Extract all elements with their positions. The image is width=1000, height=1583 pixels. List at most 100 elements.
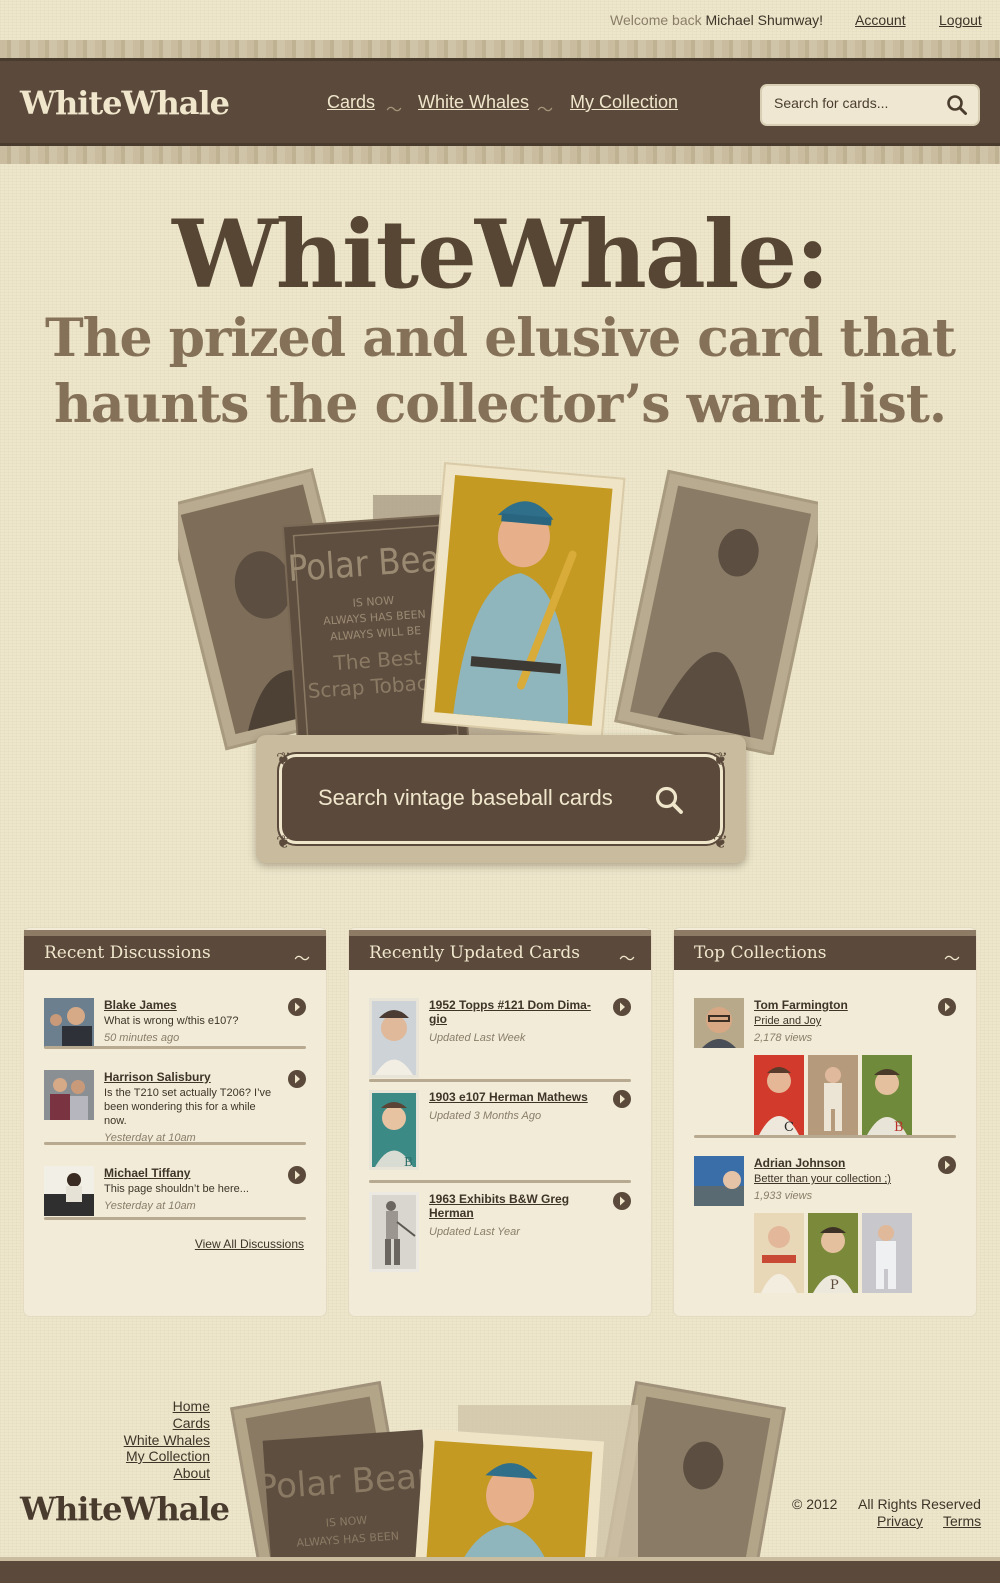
- hero-card-fan-image: Polar Bear IS NOW ALWAYS HAS BEEN ALWAYS…: [178, 462, 818, 755]
- footer-link-cards[interactable]: Cards: [173, 1415, 210, 1431]
- swirl-ornament-icon: ❦: [712, 749, 728, 769]
- nav-separator-icon: 〜: [537, 102, 554, 119]
- arrow-right-icon[interactable]: [288, 1166, 306, 1184]
- card-name[interactable]: 1963 Exhibits B&W Greg Herman: [429, 1192, 599, 1220]
- top-collections-panel: Top Collections 〜 Tom Farmington Pride a…: [674, 928, 976, 1316]
- right-card-image: [614, 469, 818, 755]
- arrow-right-icon[interactable]: [613, 1090, 631, 1108]
- panel-header: Recently Updated Cards 〜: [349, 936, 651, 970]
- collection-views: 1,933 views: [754, 1190, 813, 1202]
- arrow-right-icon[interactable]: [938, 998, 956, 1016]
- card-name[interactable]: 1952 Topps #121 Dom Dima-gio: [429, 998, 599, 1026]
- discussion-author[interactable]: Blake James: [104, 998, 177, 1012]
- arrow-right-icon[interactable]: [613, 1192, 631, 1210]
- divider: [369, 1079, 631, 1082]
- hero-search-label: Search vintage baseball cards: [318, 785, 613, 810]
- list-item[interactable]: Harrison Salisbury Is the T210 set actua…: [44, 1070, 306, 1148]
- tilde-ornament-icon: 〜: [618, 951, 635, 968]
- header-search: [762, 86, 978, 124]
- avatar: [44, 1166, 94, 1216]
- header-bottom-edge: [0, 146, 1000, 164]
- header-search-input[interactable]: [774, 95, 934, 111]
- svg-text:P: P: [830, 1278, 839, 1293]
- svg-text:B: B: [404, 1155, 413, 1169]
- account-link[interactable]: Account: [855, 12, 906, 28]
- collection-card-thumbnail[interactable]: C: [754, 1055, 804, 1135]
- recently-updated-cards-panel: Recently Updated Cards 〜 1952 Topps #121…: [349, 928, 651, 1316]
- collection-card-thumbnail[interactable]: B: [862, 1055, 912, 1135]
- avatar: [44, 1070, 94, 1120]
- terms-link[interactable]: Terms: [943, 1513, 981, 1529]
- discussion-text: Is the T210 set actually T206? I’ve been…: [104, 1087, 272, 1127]
- nav-my-collection[interactable]: My Collection: [570, 92, 678, 113]
- hero-search-field[interactable]: Search vintage baseball cards: [282, 757, 720, 841]
- svg-text:B: B: [894, 1120, 904, 1135]
- panel-header: Recent Discussions 〜: [24, 936, 326, 970]
- svg-text:C: C: [784, 1120, 794, 1135]
- discussion-time: Yesterday at 10am: [104, 1200, 196, 1212]
- divider: [369, 1180, 631, 1183]
- footer-link-my-collection[interactable]: My Collection: [126, 1448, 210, 1464]
- collection-card-thumbnail[interactable]: [808, 1055, 858, 1135]
- footer-link-about[interactable]: About: [173, 1465, 210, 1481]
- top-bar: Welcome back Michael Shumway! Account Lo…: [0, 0, 1000, 42]
- list-item[interactable]: B 1903 e107 Herman Mathews Updated 3 Mon…: [369, 1090, 631, 1170]
- discussion-author[interactable]: Harrison Salisbury: [104, 1070, 211, 1084]
- hero-subtitle-line-1: The prized and elusive card that: [44, 308, 956, 369]
- tilde-ornament-icon: 〜: [293, 951, 310, 968]
- card-name[interactable]: 1903 e107 Herman Mathews: [429, 1090, 599, 1104]
- panel-title: Top Collections: [694, 943, 827, 963]
- arrow-right-icon[interactable]: [288, 998, 306, 1016]
- search-icon[interactable]: [654, 785, 684, 815]
- collection-card-thumbnail[interactable]: [754, 1213, 804, 1293]
- footer-link-white-whales[interactable]: White Whales: [124, 1432, 210, 1448]
- card-thumbnail: B: [369, 1090, 419, 1170]
- logout-link[interactable]: Logout: [939, 12, 982, 28]
- hero-search: Search vintage baseball cards ❦ ❦ ❦ ❦: [256, 735, 746, 863]
- divider: [694, 1135, 956, 1138]
- nav-white-whales[interactable]: White Whales: [418, 92, 529, 113]
- search-icon[interactable]: [946, 94, 968, 116]
- card-updated: Updated 3 Months Ago: [429, 1110, 542, 1122]
- nav-cards[interactable]: Cards: [327, 92, 375, 113]
- footer-bottom-band: [0, 1561, 1000, 1583]
- discussion-text: What is wrong w/this e107?: [104, 1015, 239, 1027]
- swirl-ornament-icon: ❦: [712, 832, 728, 852]
- recent-discussions-panel: Recent Discussions 〜 Blake James What is…: [24, 928, 326, 1316]
- divider: [44, 1142, 306, 1145]
- panel-header: Top Collections 〜: [674, 936, 976, 970]
- discussion-author[interactable]: Michael Tiffany: [104, 1166, 190, 1180]
- view-all-discussions-link[interactable]: View All Discussions: [195, 1237, 304, 1251]
- hero-subtitle: The prized and elusive card that haunts …: [0, 306, 1000, 438]
- arrow-right-icon[interactable]: [288, 1070, 306, 1088]
- avatar: [694, 1156, 744, 1206]
- nav-separator-icon: 〜: [386, 102, 403, 119]
- arrow-right-icon[interactable]: [938, 1156, 956, 1174]
- collection-card-thumbnail[interactable]: [862, 1213, 912, 1293]
- list-item[interactable]: 1952 Topps #121 Dom Dima-gio Updated Las…: [369, 998, 631, 1078]
- rights-reserved: All Rights Reserved: [858, 1496, 981, 1512]
- collection-item[interactable]: Adrian Johnson Better than your collecti…: [694, 1156, 956, 1296]
- divider: [44, 1046, 306, 1049]
- panel-title: Recently Updated Cards: [369, 943, 580, 963]
- footer-link-home[interactable]: Home: [173, 1398, 210, 1414]
- divider: [44, 1217, 306, 1220]
- panel-title: Recent Discussions: [44, 943, 211, 963]
- collection-name[interactable]: Better than your collection ;): [754, 1172, 926, 1186]
- arrow-right-icon[interactable]: [613, 998, 631, 1016]
- collection-card-thumbnail[interactable]: P: [808, 1213, 858, 1293]
- header-logo[interactable]: WhiteWhale: [20, 84, 230, 122]
- card-updated: Updated Last Year: [429, 1226, 520, 1238]
- featured-card-image: [421, 462, 626, 739]
- list-item[interactable]: 1963 Exhibits B&W Greg Herman Updated La…: [369, 1192, 631, 1272]
- collection-item[interactable]: Tom Farmington Pride and Joy 2,178 views…: [694, 998, 956, 1138]
- header-top-edge: [0, 40, 1000, 58]
- collection-owner[interactable]: Adrian Johnson: [754, 1156, 845, 1170]
- privacy-link[interactable]: Privacy: [877, 1513, 923, 1529]
- hero-title: WhiteWhale:: [172, 200, 830, 310]
- footer-logo[interactable]: WhiteWhale: [20, 1490, 230, 1528]
- list-item[interactable]: Blake James What is wrong w/this e107? 5…: [44, 998, 306, 1058]
- collection-owner[interactable]: Tom Farmington: [754, 998, 848, 1012]
- collection-name[interactable]: Pride and Joy: [754, 1014, 926, 1028]
- collection-views: 2,178 views: [754, 1032, 813, 1044]
